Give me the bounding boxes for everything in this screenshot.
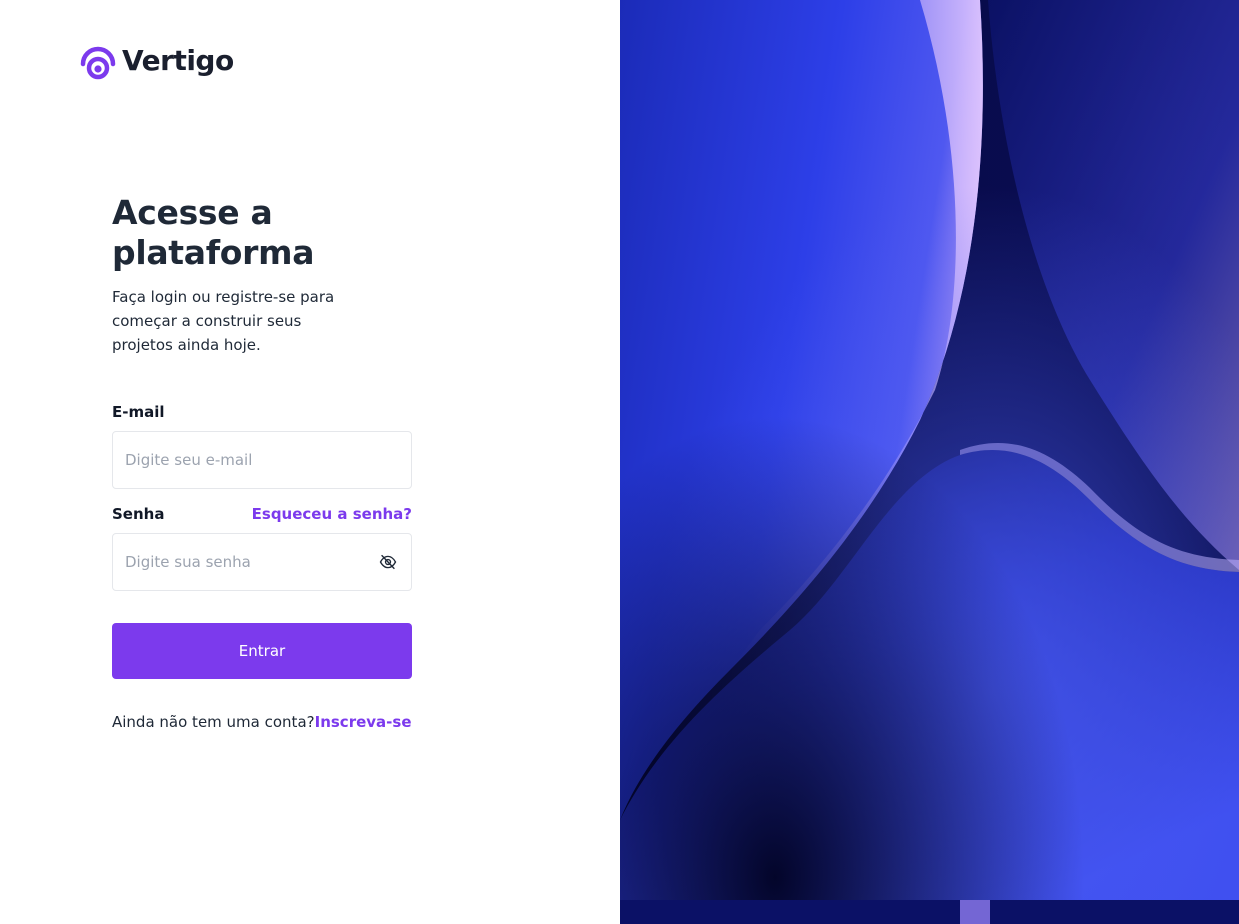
brand-logo: Vertigo [80, 40, 234, 80]
password-field-box [112, 533, 412, 591]
login-form: Acesse a plataforma Faça login ou regist… [112, 193, 412, 731]
signup-text: Ainda não tem uma conta? [112, 713, 315, 731]
email-field-box [112, 431, 412, 489]
vertigo-logo-icon [80, 46, 116, 80]
email-field[interactable] [113, 432, 411, 488]
eye-off-icon[interactable] [379, 553, 397, 571]
page-subtitle: Faça login ou registre-se para começar a… [112, 288, 335, 354]
brand-name: Vertigo [122, 43, 234, 77]
password-label-row: Senha Esqueceu a senha? [112, 503, 412, 525]
signup-prompt: Ainda não tem uma conta?Inscreva-se [112, 713, 412, 731]
forgot-password-link[interactable]: Esqueceu a senha? [252, 505, 412, 523]
abstract-gradient-art [620, 0, 1239, 924]
hero-image [620, 0, 1239, 924]
page-title: Acesse a plataforma [112, 193, 315, 272]
signup-link[interactable]: Inscreva-se [315, 713, 412, 731]
login-panel: Vertigo Acesse a plataforma Faça login o… [0, 0, 620, 924]
login-button[interactable]: Entrar [112, 623, 412, 679]
login-page: Vertigo Acesse a plataforma Faça login o… [0, 0, 1239, 924]
password-label: Senha [112, 505, 165, 523]
password-field[interactable] [113, 534, 411, 590]
email-label: E-mail [112, 403, 165, 421]
